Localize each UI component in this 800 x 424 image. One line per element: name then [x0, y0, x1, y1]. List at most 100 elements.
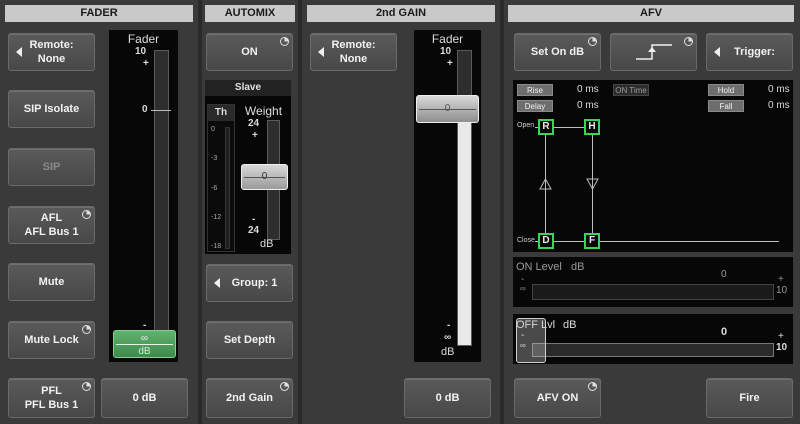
close-label: Close	[517, 237, 535, 244]
off-level-track[interactable]	[532, 343, 774, 357]
mute-button[interactable]: Mute	[8, 263, 95, 301]
knob-icon	[684, 37, 693, 46]
down-arrow-icon	[586, 178, 599, 190]
trigger-edge-icon	[635, 44, 672, 60]
weight-bottom: 24	[248, 225, 260, 236]
second-gain-fader-strip: Fader 10 + 0 - ∞ dB	[414, 30, 481, 362]
afv-section-header: AFV	[508, 5, 794, 22]
on-time-button[interactable]: ON Time	[613, 84, 649, 96]
afl-button[interactable]: AFL AFL Bus 1	[8, 206, 95, 244]
fader-knob[interactable]: ∞ dB	[113, 330, 176, 358]
second-gain-strip-title: Fader	[431, 32, 464, 46]
second-gain-scale-plus: +	[447, 58, 453, 69]
chevron-left-icon	[714, 47, 720, 57]
fader-knob-line	[116, 344, 173, 345]
mute-lock-button[interactable]: Mute Lock	[8, 321, 95, 359]
fall-button[interactable]: Fall	[708, 100, 744, 112]
rise-node[interactable]: R	[538, 119, 554, 135]
open-label: Open	[517, 122, 535, 129]
second-gain-knob[interactable]: 0	[416, 95, 479, 123]
fader-scale-zero: 0	[142, 104, 148, 115]
fader-knob-unit: dB	[138, 346, 151, 357]
delay-node[interactable]: D	[538, 233, 554, 249]
set-depth-button[interactable]: Set Depth	[206, 321, 293, 359]
on-level-track[interactable]	[532, 284, 774, 300]
th-tick: -18	[211, 243, 222, 250]
hold-button[interactable]: Hold	[708, 84, 744, 96]
pfl-button[interactable]: PFL PFL Bus 1	[8, 378, 95, 418]
knob-icon	[82, 325, 91, 334]
second-gain-scale-top: 10	[440, 46, 452, 57]
second-gain-scale-minus: -	[447, 320, 451, 331]
th-tick: -6	[211, 185, 218, 192]
sip-isolate-label: SIP Isolate	[23, 103, 80, 115]
sip-isolate-button[interactable]: SIP Isolate	[8, 90, 95, 128]
trigger-label: Trigger:	[734, 46, 775, 58]
second-gain-button[interactable]: 2nd Gain	[206, 378, 293, 418]
up-arrow-icon	[539, 178, 552, 190]
remote-label: Remote:	[331, 39, 376, 51]
afv-on-label: AFV ON	[536, 392, 579, 404]
delay-button[interactable]: Delay	[517, 100, 553, 112]
th-label: Th	[214, 107, 228, 118]
hold-node[interactable]: H	[584, 119, 600, 135]
fader-knob-inf: ∞	[140, 333, 149, 344]
knob-icon	[280, 37, 289, 46]
weight-top: 24	[248, 118, 260, 129]
fader-gain-readout-button[interactable]: 0 dB	[101, 378, 188, 418]
trigger-button[interactable]: Trigger:	[706, 33, 793, 71]
on-level-control: ON Level dB 0 - ∞ + 10	[513, 257, 793, 307]
sip-button[interactable]: SIP	[8, 148, 95, 186]
weight-control: Weight 24 + 0 - 24 dB	[238, 104, 289, 252]
automix-on-button[interactable]: ON	[206, 33, 293, 71]
knob-icon	[82, 210, 91, 219]
afv-envelope: Rise 0 ms Delay 0 ms ON Time Hold 0 ms F…	[513, 80, 793, 252]
on-level-max: 10	[776, 285, 788, 296]
on-level-label: ON Level	[516, 261, 562, 273]
delay-value: 0 ms	[577, 100, 599, 111]
weight-label: Weight	[244, 104, 283, 118]
second-gain-level-fill	[458, 112, 471, 345]
rise-button[interactable]: Rise	[517, 84, 553, 96]
off-level-plus: +	[778, 331, 784, 342]
threshold-meter: Th 0 -3 -6 -12 -18	[207, 104, 235, 252]
second-gain-knob-value: 0	[444, 103, 451, 114]
second-gain-readout-button[interactable]: 0 dB	[404, 378, 491, 418]
weight-knob-value: 0	[261, 171, 268, 182]
afl-value: AFL Bus 1	[24, 226, 79, 238]
chevron-left-icon	[214, 278, 220, 288]
off-level-value: 0	[721, 326, 728, 338]
weight-minus: -	[252, 214, 256, 225]
second-gain-section-header: 2nd GAIN	[307, 5, 495, 22]
pfl-value: PFL Bus 1	[24, 399, 79, 411]
trigger-mode-button[interactable]	[610, 33, 697, 71]
set-depth-label: Set Depth	[223, 334, 276, 346]
automix-on-label: ON	[241, 46, 258, 58]
group-button[interactable]: Group: 1	[206, 264, 293, 302]
fall-node[interactable]: F	[584, 233, 600, 249]
remote-value: None	[37, 53, 66, 65]
fader-scale-plus: +	[143, 58, 149, 69]
off-level-knob[interactable]	[516, 318, 546, 363]
fader-remote-button[interactable]: Remote: None	[8, 33, 95, 71]
fader-track[interactable]	[154, 50, 169, 350]
off-level-unit: dB	[563, 319, 577, 331]
knob-icon	[82, 382, 91, 391]
on-level-plus: +	[778, 274, 784, 285]
weight-knob[interactable]: 0	[241, 164, 288, 190]
off-level-control: OFF Lvl dB 0 - ∞ + 10	[513, 314, 793, 364]
fader-scale-top: 10	[135, 46, 147, 57]
th-tick: 0	[211, 126, 215, 133]
fader-strip-title: Fader	[127, 32, 160, 46]
set-on-db-button[interactable]: Set On dB	[514, 33, 601, 71]
th-tick: -12	[211, 214, 222, 221]
afv-on-button[interactable]: AFV ON	[514, 378, 601, 418]
on-level-value: 0	[721, 269, 727, 280]
second-gain-remote-button[interactable]: Remote: None	[310, 33, 397, 71]
th-meter-bar	[225, 127, 230, 249]
fire-button[interactable]: Fire	[706, 378, 793, 418]
automix-controls: Slave Th 0 -3 -6 -12 -18 Weight 24 + 0 -…	[205, 80, 291, 254]
automix-section-header: AUTOMIX	[205, 5, 295, 22]
mute-label: Mute	[38, 276, 65, 288]
rise-value: 0 ms	[577, 84, 599, 95]
